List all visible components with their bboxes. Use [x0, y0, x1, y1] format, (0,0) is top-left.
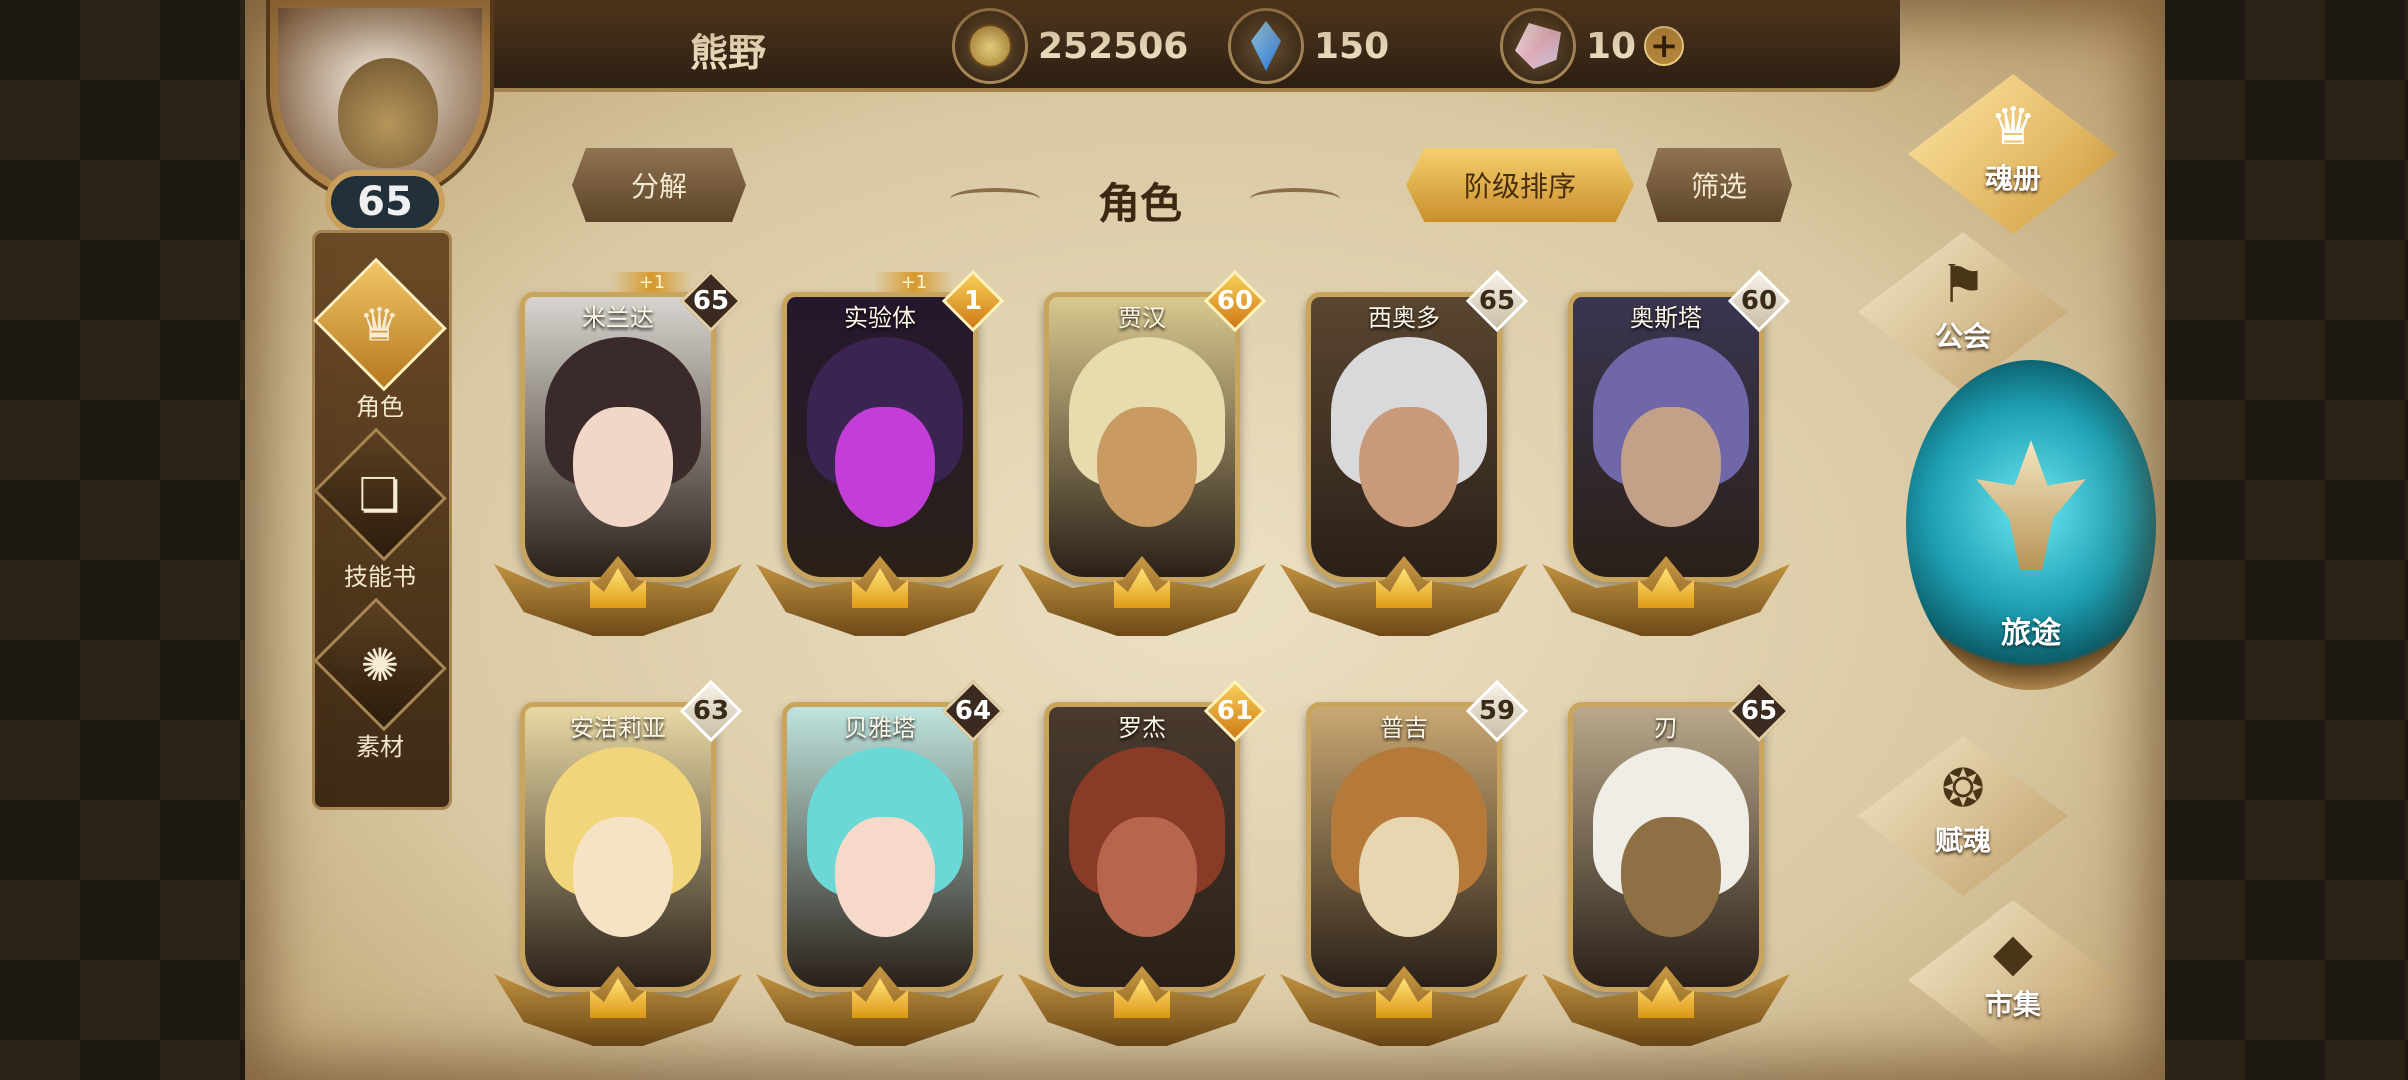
blue-gem-icon — [1228, 8, 1304, 84]
hero-portrait-frame — [782, 292, 978, 582]
right-decorative-panel — [2165, 0, 2408, 1080]
hero-portrait-frame — [1568, 702, 1764, 992]
tab-materials[interactable]: ✺ 素材 — [300, 597, 460, 762]
decompose-button[interactable]: 分解 — [572, 148, 746, 222]
gold-coin-icon — [952, 8, 1028, 84]
character-mask-icon: ♛ — [359, 297, 401, 352]
nav-soul-book[interactable]: ♛ 魂册 — [1908, 74, 2118, 234]
hero-card[interactable]: 米兰达 65 +1 — [494, 269, 743, 638]
gem-value: 150 — [1314, 25, 1390, 67]
tab-skill-books-label: 技能书 — [344, 563, 416, 591]
hero-card[interactable]: 安洁莉亚 63 — [494, 679, 743, 1048]
player-avatar-frame[interactable]: 65 — [250, 0, 515, 240]
nav-journey-label: 旅途 — [2001, 616, 2061, 651]
ensoul-icon: ❂ — [1941, 759, 1985, 819]
nav-guild-label: 公会 — [1934, 320, 1991, 353]
hero-level-badge: 59 — [1465, 679, 1529, 743]
left-decorative-panel — [0, 0, 245, 1080]
hero-level: 59 — [1478, 696, 1516, 726]
hero-level-badge: 60 — [1727, 269, 1791, 333]
tab-characters[interactable]: ♛ 角色 — [300, 257, 460, 422]
crystal-icon — [1500, 8, 1576, 84]
hero-level: 64 — [954, 696, 992, 726]
tier-sort-button[interactable]: 阶级排序 — [1406, 148, 1634, 222]
nav-market[interactable]: ◆ 市集 — [1908, 900, 2118, 1060]
hero-card[interactable]: 奥斯塔 60 — [1542, 269, 1791, 638]
player-level-badge: 65 — [325, 170, 445, 234]
tab-characters-label: 角色 — [356, 393, 404, 421]
hero-portrait-frame — [1568, 292, 1764, 582]
page-title: 角色 — [1097, 179, 1182, 228]
hero-card[interactable]: 贾汉 60 — [1018, 269, 1267, 638]
hero-portrait-frame — [1306, 702, 1502, 992]
filter-button[interactable]: 筛选 — [1646, 148, 1792, 222]
gold-value: 252506 — [1038, 25, 1189, 67]
skill-book-icon: ❏ — [359, 467, 401, 522]
hero-card[interactable]: 罗杰 61 — [1018, 679, 1267, 1048]
hero-level-badge: 63 — [679, 679, 743, 743]
hero-portrait-frame — [1044, 292, 1240, 582]
hero-portrait-frame — [520, 292, 716, 582]
hero-card[interactable]: 普吉 59 — [1280, 679, 1529, 1048]
hero-level: 61 — [1216, 696, 1254, 726]
hero-level-badge: 65 — [1727, 679, 1791, 743]
hero-portrait-frame — [1044, 702, 1240, 992]
player-name: 熊野 — [690, 31, 767, 75]
guild-icon: ⚑ — [1939, 255, 1987, 315]
add-crystal-button[interactable]: + — [1644, 26, 1685, 66]
nav-ensoul[interactable]: ❂ 赋魂 — [1858, 736, 2068, 896]
gold-resource: 252506 — [952, 8, 1188, 84]
crystal-resource: 10 + — [1500, 8, 1685, 84]
hero-card[interactable]: 刃 65 — [1542, 679, 1791, 1048]
hero-upgrade-tag: +1 — [612, 272, 692, 293]
hero-level: 63 — [692, 696, 730, 726]
hero-level-badge: 64 — [941, 679, 1005, 743]
hero-portrait-frame — [520, 702, 716, 992]
material-icon: ✺ — [360, 637, 400, 692]
hero-level: 60 — [1216, 286, 1254, 316]
hero-card[interactable]: 贝雅塔 64 — [756, 679, 1005, 1048]
hero-portrait-frame — [782, 702, 978, 992]
gem-resource: 150 — [1228, 8, 1389, 84]
nav-market-label: 市集 — [1984, 988, 2041, 1021]
nav-soul-book-label: 魂册 — [1984, 162, 2041, 195]
hero-portrait-frame — [1306, 292, 1502, 582]
hero-level-badge: 60 — [1203, 269, 1267, 333]
hero-upgrade-tag: +1 — [874, 272, 954, 293]
nav-journey[interactable]: 旅途 — [1906, 360, 2156, 690]
tab-materials-label: 素材 — [356, 733, 404, 761]
crystal-value: 10 — [1586, 25, 1637, 67]
hero-level-badge: 61 — [1203, 679, 1267, 743]
soul-book-icon: ♛ — [1989, 97, 2037, 157]
hero-card[interactable]: 西奥多 65 — [1280, 269, 1529, 638]
title-ornament-left — [950, 188, 1040, 210]
hero-level: 65 — [1478, 286, 1516, 316]
market-icon: ◆ — [1993, 923, 2033, 983]
hero-level: 65 — [1740, 696, 1778, 726]
hero-card[interactable]: 实验体 1 +1 — [756, 269, 1005, 638]
nav-ensoul-label: 赋魂 — [1934, 824, 1991, 857]
hero-level: 60 — [1740, 286, 1778, 316]
title-ornament-right — [1250, 188, 1340, 210]
tab-skill-books[interactable]: ❏ 技能书 — [300, 427, 460, 592]
hero-level-badge: 65 — [1465, 269, 1529, 333]
